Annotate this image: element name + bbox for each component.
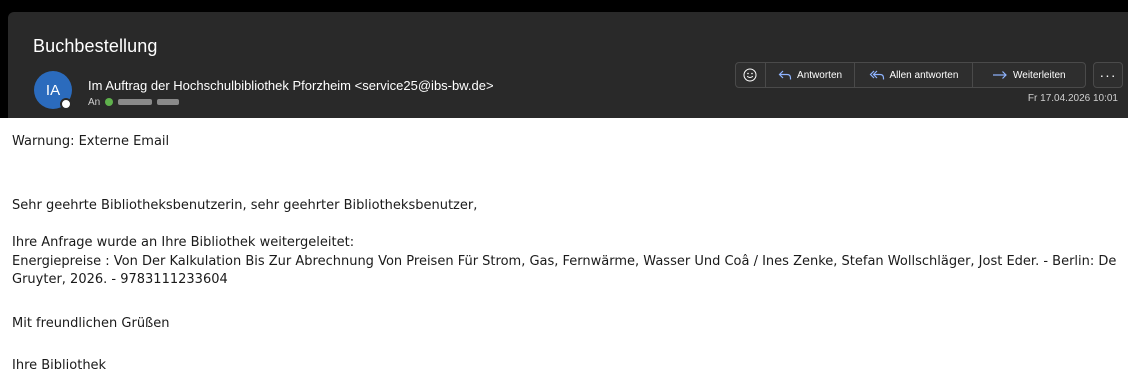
avatar-initials: IA — [45, 81, 61, 99]
signature-line: Ihre Bibliothek — [12, 358, 107, 373]
presence-icon — [60, 98, 72, 110]
verified-icon — [105, 98, 114, 106]
reply-label: Antworten — [797, 69, 843, 81]
recipient-redacted[interactable] — [118, 99, 153, 105]
reply-all-button[interactable]: Allen antworten — [855, 63, 973, 87]
recipient-line: An — [88, 96, 180, 108]
window-top-strip — [0, 0, 1128, 12]
emoji-reaction-button[interactable] — [736, 63, 766, 87]
sender-name[interactable]: Im Auftrag der Hochschulbibliothek Pforz… — [88, 78, 494, 93]
more-icon: ··· — [1099, 67, 1117, 83]
reply-button[interactable]: Antworten — [766, 63, 856, 87]
smiley-icon — [743, 68, 757, 82]
forward-arrow-icon — [993, 71, 1007, 79]
external-warning: Warnung: Externe Email — [12, 134, 170, 149]
received-date: Fr 17.04.2026 10:01 — [1027, 93, 1118, 104]
forward-button[interactable]: Weiterleiten — [973, 63, 1085, 87]
message-body: Warnung: Externe Email Sehr geehrte Bibl… — [0, 118, 1128, 381]
forward-label: Weiterleiten — [1013, 69, 1066, 81]
book-details: Energiepreise : Von Der Kalkulation Bis … — [12, 254, 1117, 287]
reply-arrow-icon — [778, 70, 792, 80]
forward-notice: Ihre Anfrage wurde an Ihre Bibliothek we… — [12, 235, 355, 250]
greeting-line: Sehr geehrte Bibliotheksbenutzerin, sehr… — [12, 198, 478, 213]
closing-line: Mit freundlichen Grüßen — [12, 316, 170, 331]
more-actions-button[interactable]: ··· — [1093, 62, 1123, 88]
reply-all-icon — [869, 70, 884, 80]
action-bar: Antworten Allen antworten Weiterleiten — [735, 62, 1086, 88]
reply-all-label: Allen antworten — [889, 69, 959, 81]
email-subject: Buchbestellung — [33, 36, 158, 56]
to-label: An — [88, 96, 101, 108]
recipient-redacted-2[interactable] — [157, 99, 180, 105]
message-header: Buchbestellung IA Im Auftrag der Hochsch… — [8, 12, 1128, 118]
